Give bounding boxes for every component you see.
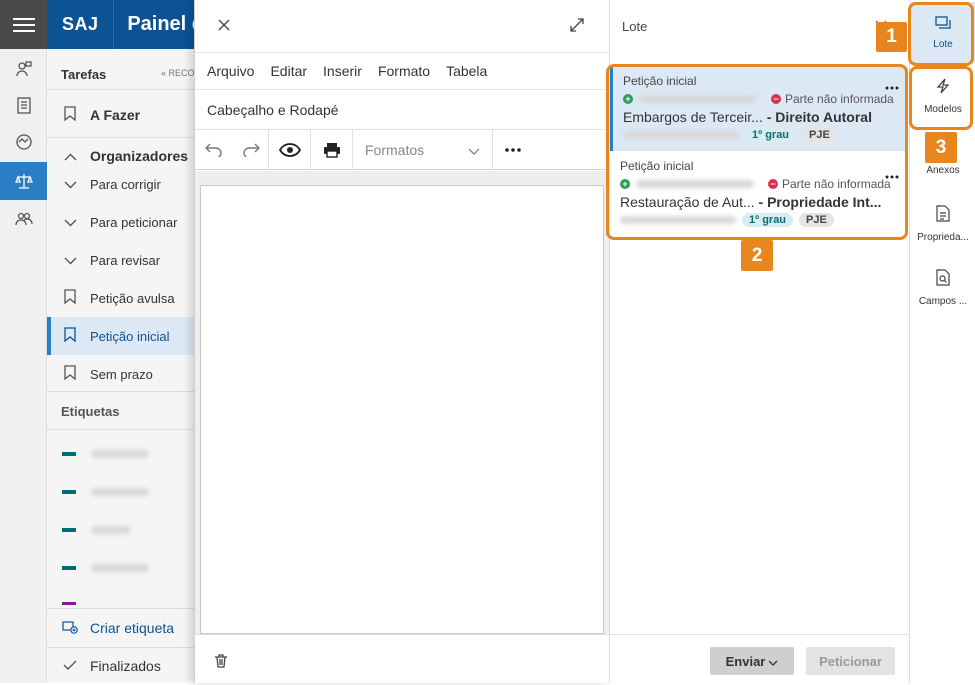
bookmark-icon — [62, 106, 78, 124]
editor-footer — [195, 634, 610, 683]
rail-item-campos[interactable]: Campos ... — [910, 258, 975, 318]
callout-2: 2 — [741, 240, 773, 271]
sidebar-item-para-revisar[interactable]: Para revisar — [47, 241, 197, 279]
bookmark-icon — [62, 365, 78, 383]
sidebar-item-label: Petição avulsa — [90, 290, 175, 306]
tags-title: Etiquetas — [61, 404, 120, 419]
rail-item-label: Anexos — [926, 165, 960, 176]
sidebar-item-a-fazer[interactable]: A Fazer — [47, 96, 197, 134]
document-page[interactable] — [200, 185, 604, 634]
collapse-button[interactable]: « RECO — [161, 68, 195, 78]
close-icon[interactable] — [217, 18, 231, 37]
tag-color — [62, 452, 76, 456]
batch-title: Lote — [622, 19, 648, 34]
formats-label: Formatos — [365, 141, 425, 158]
chevron-down-icon — [62, 253, 78, 268]
rail-item-label: Proprieda... — [917, 232, 969, 243]
document-search-icon — [936, 269, 950, 291]
menu-formato[interactable]: Formato — [378, 63, 430, 79]
sidebar-item-para-corrigir[interactable]: Para corrigir — [47, 165, 197, 203]
sidebar-item-sem-prazo[interactable]: Sem prazo — [47, 355, 197, 393]
editor-menubar: Arquivo Editar Inserir Formato Tabela — [195, 52, 610, 90]
chevron-down-icon — [62, 215, 78, 230]
menu-tabela[interactable]: Tabela — [446, 63, 487, 79]
page-title: Painel de — [127, 13, 197, 35]
check-icon — [62, 659, 78, 674]
rail-item-propriedades[interactable]: Proprieda... — [910, 194, 975, 254]
menu-editar[interactable]: Editar — [270, 63, 307, 79]
redo-icon[interactable] — [233, 129, 269, 170]
chevron-down-icon — [62, 177, 78, 192]
document-area — [195, 171, 610, 634]
menu-arquivo[interactable]: Arquivo — [207, 63, 254, 79]
undo-icon[interactable] — [195, 130, 233, 170]
tasks-title: Tarefas — [61, 67, 107, 82]
tasks-panel: Tarefas « RECO A Fazer Organizadores Par… — [47, 49, 197, 683]
tag-color — [62, 566, 76, 570]
formats-dropdown[interactable]: Formatos — [353, 129, 493, 170]
highlight-lote — [908, 2, 974, 66]
tag-color — [62, 602, 76, 605]
scales-icon[interactable] — [0, 162, 47, 200]
chevron-down-icon — [468, 139, 480, 160]
chevron-up-icon — [62, 149, 78, 164]
sidebar-item-label: Petição inicial — [90, 328, 170, 344]
sidebar-group-label: Organizadores — [90, 148, 189, 164]
sidebar-item-label: Sem prazo — [90, 366, 153, 382]
document-properties-icon — [936, 205, 950, 227]
clipboard-icon[interactable] — [0, 86, 47, 124]
bookmark-icon — [62, 289, 78, 307]
user-tag-icon[interactable] — [0, 50, 47, 88]
highlight-modelos — [909, 66, 973, 130]
brand-logo: SAJ — [62, 14, 99, 34]
highlight-cards — [606, 64, 908, 240]
header-footer-button[interactable]: Cabeçalho e Rodapé — [207, 102, 339, 118]
petition-button[interactable]: Peticionar — [806, 647, 895, 675]
more-icon[interactable] — [493, 130, 533, 170]
add-tag-icon — [62, 620, 78, 637]
send-button[interactable]: Enviar — [710, 647, 794, 675]
sidebar-item-peticao-avulsa[interactable]: Petição avulsa — [47, 279, 197, 317]
tag-color — [62, 528, 76, 532]
preview-icon[interactable] — [269, 129, 311, 170]
sidebar-item-finalizados[interactable]: Finalizados — [47, 647, 197, 685]
create-tag-label: Criar etiqueta — [90, 620, 175, 636]
menu-icon[interactable] — [0, 0, 47, 49]
tag-color — [62, 490, 76, 494]
menu-inserir[interactable]: Inserir — [323, 63, 362, 79]
sidebar-item-peticao-inicial[interactable]: Petição inicial — [47, 317, 197, 355]
batch-footer: Enviar Peticionar — [610, 634, 910, 683]
app-header: SAJ Painel de — [47, 0, 197, 49]
sidebar-item-label: Para peticionar — [90, 214, 178, 230]
sidebar-item-label: Para corrigir — [90, 176, 161, 192]
chevron-down-icon — [768, 654, 778, 669]
handshake-icon[interactable] — [0, 123, 47, 161]
rail-item-label: Campos ... — [918, 296, 968, 307]
create-tag-button[interactable]: Criar etiqueta — [47, 609, 197, 647]
people-icon[interactable] — [0, 200, 47, 238]
callout-1: 1 — [876, 22, 907, 52]
document-editor: Arquivo Editar Inserir Formato Tabela Ca… — [194, 0, 610, 683]
print-icon[interactable] — [311, 129, 353, 170]
expand-icon[interactable] — [569, 17, 585, 38]
sidebar-item-label: Finalizados — [90, 658, 161, 674]
sidebar-item-para-peticionar[interactable]: Para peticionar — [47, 203, 197, 241]
left-rail — [0, 0, 47, 683]
bookmark-icon — [62, 327, 78, 345]
trash-icon[interactable] — [215, 654, 227, 673]
editor-toolbar: Formatos — [195, 129, 610, 170]
sidebar-item-label: Para revisar — [90, 252, 161, 268]
send-label: Enviar — [725, 653, 766, 669]
callout-3: 3 — [925, 132, 957, 163]
sidebar-item-label: A Fazer — [90, 107, 141, 123]
